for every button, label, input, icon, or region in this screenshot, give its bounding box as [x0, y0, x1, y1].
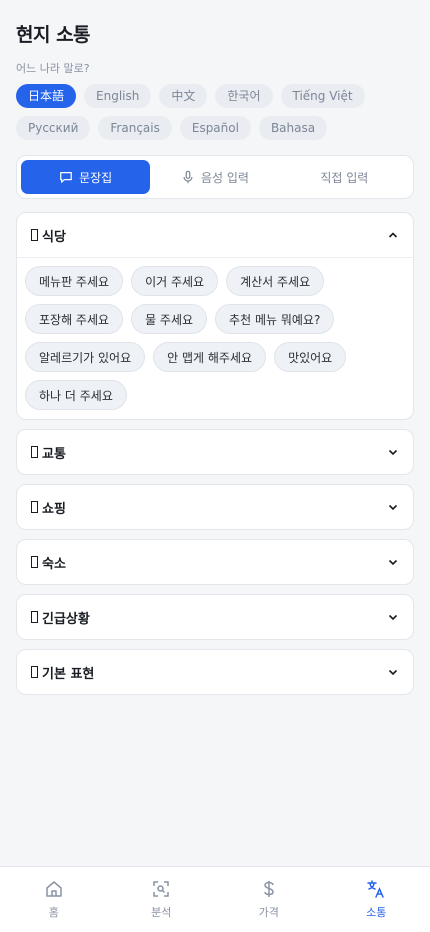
lang-chip-english[interactable]: English — [84, 84, 152, 108]
tab-communicate[interactable]: 소통 — [323, 867, 430, 932]
chat-bubble-icon — [60, 172, 72, 183]
category-shopping[interactable]: 쇼핑 — [16, 484, 414, 530]
page-content: 현지 소통 어느 나라 말로? 日本語 English 中文 한국어 Tiếng… — [0, 0, 430, 695]
lang-chip-bahasa[interactable]: Bahasa — [258, 116, 328, 140]
dollar-icon — [263, 881, 274, 897]
mode-phrasebook-label: 문장집 — [79, 170, 113, 185]
tab-analyze[interactable]: 분석 — [108, 867, 216, 932]
mode-voice-button[interactable]: 음성 입력 — [150, 160, 279, 194]
phrase-chip[interactable]: 이거 주세요 — [131, 266, 219, 296]
shopping-bag-icon — [31, 501, 38, 513]
mode-direct-button[interactable]: 직접 입력 — [280, 160, 409, 194]
category-transport[interactable]: 교통 — [16, 429, 414, 475]
category-lodging-title: 숙소 — [42, 556, 66, 572]
phrase-chip[interactable]: 추천 메뉴 뭐예요? — [215, 304, 335, 334]
tab-price[interactable]: 가격 — [215, 867, 323, 932]
tab-home-label: 홈 — [48, 906, 59, 919]
lang-chip-vietnamese[interactable]: Tiếng Việt — [280, 84, 365, 108]
siren-icon — [31, 611, 38, 623]
chevron-down-icon — [388, 559, 398, 566]
category-lodging[interactable]: 숙소 — [16, 539, 414, 585]
category-emergency[interactable]: 긴급상황 — [16, 594, 414, 640]
phrase-chip[interactable]: 알레르기가 있어요 — [25, 342, 146, 372]
lang-chip-french[interactable]: Français — [98, 116, 172, 140]
lang-chip-spanish[interactable]: Español — [179, 116, 251, 140]
lang-chip-chinese[interactable]: 中文 — [159, 84, 208, 108]
phrase-chip[interactable]: 포장해 주세요 — [25, 304, 124, 334]
mode-voice-label: 음성 입력 — [201, 170, 249, 185]
lang-chip-korean[interactable]: 한국어 — [215, 84, 273, 108]
chevron-down-icon — [388, 614, 398, 621]
microphone-icon — [183, 170, 193, 184]
chevron-down-icon — [388, 449, 398, 456]
tab-home[interactable]: 홈 — [0, 867, 108, 932]
home-icon — [46, 881, 62, 897]
language-chips-row-1: 日本語 English 中文 한국어 Tiếng Việt — [16, 84, 414, 108]
hotel-icon — [31, 556, 38, 568]
mode-direct-label: 직접 입력 — [320, 170, 369, 185]
category-basic-title: 기본 표현 — [42, 666, 95, 682]
bottom-tab-bar: 홈 분석 가격 소통 — [0, 866, 430, 932]
lang-chip-japanese[interactable]: 日本語 — [16, 84, 77, 108]
chevron-down-icon — [388, 669, 398, 676]
speech-icon — [31, 666, 38, 678]
tab-analyze-label: 분석 — [151, 906, 172, 919]
lang-chip-russian[interactable]: Русский — [16, 116, 91, 140]
category-emergency-title: 긴급상황 — [42, 611, 90, 627]
translate-icon — [367, 880, 384, 898]
phrase-chip[interactable]: 물 주세요 — [131, 304, 208, 334]
fork-knife-icon — [31, 229, 38, 241]
chevron-up-icon — [388, 232, 398, 238]
phrase-list: 메뉴판 주세요 이거 주세요 계산서 주세요 포장해 주세요 물 주세요 추천 … — [17, 257, 413, 419]
language-chips-row-2: Русский Français Español Bahasa — [16, 116, 414, 140]
page-title: 현지 소통 — [16, 24, 91, 46]
phrase-chip[interactable]: 하나 더 주세요 — [25, 380, 127, 410]
category-basic[interactable]: 기본 표현 — [16, 649, 414, 695]
bus-icon — [31, 446, 38, 458]
category-dining: 식당 메뉴판 주세요 이거 주세요 계산서 주세요 포장해 주세요 물 주세요 … — [16, 212, 414, 420]
category-shopping-title: 쇼핑 — [42, 501, 66, 517]
category-dining-header[interactable]: 식당 — [17, 213, 413, 257]
input-mode-selector: 문장집 음성 입력 직접 입력 — [16, 155, 414, 199]
tab-communicate-label: 소통 — [366, 906, 387, 919]
scan-search-icon — [153, 881, 169, 897]
phrase-chip[interactable]: 계산서 주세요 — [226, 266, 325, 296]
tab-price-label: 가격 — [258, 906, 279, 919]
chevron-down-icon — [388, 504, 398, 511]
phrase-chip[interactable]: 맛있어요 — [274, 342, 347, 372]
language-prompt: 어느 나라 말로? — [16, 62, 90, 75]
category-transport-title: 교통 — [42, 446, 66, 462]
phrase-chip[interactable]: 안 맵게 해주세요 — [153, 342, 267, 372]
phrase-chip[interactable]: 메뉴판 주세요 — [25, 266, 124, 296]
mode-phrasebook-button[interactable]: 문장집 — [21, 160, 151, 194]
category-dining-title: 식당 — [42, 229, 66, 245]
